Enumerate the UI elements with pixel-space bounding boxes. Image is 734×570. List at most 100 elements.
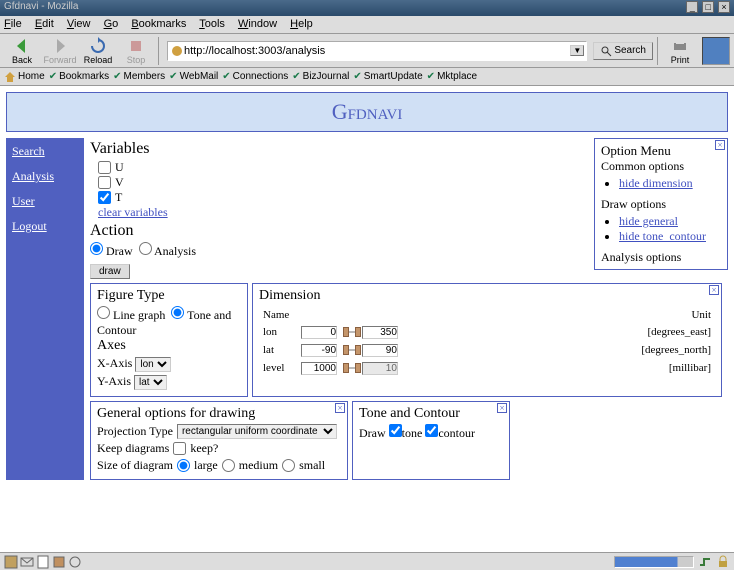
separator bbox=[657, 37, 658, 65]
menubar: File Edit View Go Bookmarks Tools Window… bbox=[0, 16, 734, 34]
hide-general-link[interactable]: hide general bbox=[619, 214, 678, 228]
app-title: Gfdnavi bbox=[332, 99, 403, 124]
home-icon bbox=[4, 71, 16, 83]
minimize-button[interactable]: _ bbox=[686, 1, 698, 13]
url-input[interactable] bbox=[184, 45, 570, 57]
size-medium-radio[interactable] bbox=[222, 459, 235, 472]
bookmark-icon: ✔ bbox=[353, 71, 361, 82]
yaxis-select[interactable]: lat bbox=[134, 375, 167, 390]
clear-variables-link[interactable]: clear variables bbox=[98, 205, 168, 219]
keep-label: Keep diagrams bbox=[97, 441, 169, 456]
sidebar-item-analysis[interactable]: Analysis bbox=[12, 169, 78, 184]
genopts-heading: General options for drawing bbox=[97, 406, 341, 422]
dim-lon-slider[interactable] bbox=[343, 325, 356, 339]
addressbook-icon[interactable] bbox=[52, 555, 66, 569]
sidebar-item-search[interactable]: Search bbox=[12, 144, 78, 159]
draw-button[interactable]: draw bbox=[90, 264, 130, 279]
menu-view[interactable]: View bbox=[67, 18, 91, 30]
menu-window[interactable]: Window bbox=[238, 18, 277, 30]
linkbar-smartupdate[interactable]: ✔SmartUpdate bbox=[353, 71, 422, 82]
linkbar-webmail[interactable]: ✔WebMail bbox=[169, 71, 218, 82]
dim-level-lo-input[interactable] bbox=[301, 362, 337, 375]
general-options-panel: × General options for drawing Projection… bbox=[90, 401, 348, 480]
xaxis-select[interactable]: lon bbox=[135, 357, 171, 372]
keep-checkbox[interactable] bbox=[173, 442, 186, 455]
linkbar-members[interactable]: ✔Members bbox=[113, 71, 165, 82]
menu-edit[interactable]: Edit bbox=[35, 18, 54, 30]
progress-bar bbox=[614, 556, 694, 568]
linkbar-bizjournal[interactable]: ✔BizJournal bbox=[292, 71, 349, 82]
dim-lon-hi-input[interactable] bbox=[362, 326, 398, 339]
window-titlebar: Gfdnavi - Mozilla _ □ × bbox=[0, 0, 734, 16]
linkbar-bookmarks[interactable]: ✔Bookmarks bbox=[49, 71, 109, 82]
axes-heading: Axes bbox=[97, 338, 241, 354]
dimension-close-icon[interactable]: × bbox=[709, 285, 719, 295]
genopts-close-icon[interactable]: × bbox=[335, 403, 345, 413]
bookmark-icon: ✔ bbox=[113, 71, 121, 82]
statusbar bbox=[0, 552, 734, 570]
dim-level-slider[interactable] bbox=[343, 361, 356, 375]
lock-icon[interactable] bbox=[716, 555, 730, 569]
window-title: Gfdnavi - Mozilla bbox=[4, 1, 78, 15]
dim-lat-hi-input[interactable] bbox=[362, 344, 398, 357]
figure-type-heading: Figure Type bbox=[97, 288, 241, 304]
url-bar: ▼ bbox=[167, 41, 587, 61]
print-button[interactable]: Print bbox=[662, 37, 698, 65]
hide-dimension-link[interactable]: hide dimension bbox=[619, 176, 693, 190]
bookmark-icon: ✔ bbox=[222, 71, 230, 82]
projection-select[interactable]: rectangular uniform coordinate bbox=[177, 424, 337, 439]
var-v-checkbox[interactable] bbox=[98, 176, 111, 189]
dim-lat-lo-input[interactable] bbox=[301, 344, 337, 357]
dim-level-hi-input bbox=[362, 362, 398, 375]
optmenu-heading: Option Menu bbox=[601, 143, 721, 159]
menu-help[interactable]: Help bbox=[290, 18, 313, 30]
var-t-label: T bbox=[115, 190, 122, 205]
url-dropdown-icon[interactable]: ▼ bbox=[570, 45, 584, 56]
reload-button[interactable]: Reload bbox=[80, 37, 116, 65]
dim-lon-lo-input[interactable] bbox=[301, 326, 337, 339]
contour-checkbox[interactable] bbox=[425, 424, 438, 437]
bookmark-icon: ✔ bbox=[292, 71, 300, 82]
tone-checkbox[interactable] bbox=[389, 424, 402, 437]
size-large-radio[interactable] bbox=[177, 459, 190, 472]
composer-icon[interactable] bbox=[36, 555, 50, 569]
navigator-icon[interactable] bbox=[4, 555, 18, 569]
action-draw-radio[interactable] bbox=[90, 242, 103, 255]
action-analysis-radio[interactable] bbox=[139, 242, 152, 255]
search-button[interactable]: Search bbox=[593, 42, 653, 60]
size-small-radio[interactable] bbox=[282, 459, 295, 472]
menu-go[interactable]: Go bbox=[104, 18, 119, 30]
figtype-tone-radio[interactable] bbox=[171, 306, 184, 319]
sidebar: Search Analysis User Logout bbox=[6, 138, 84, 480]
tone-heading: Tone and Contour bbox=[359, 406, 503, 422]
var-u-checkbox[interactable] bbox=[98, 161, 111, 174]
stop-icon bbox=[127, 37, 145, 55]
xaxis-label: X-Axis bbox=[97, 356, 132, 370]
bookmark-icon: ✔ bbox=[427, 71, 435, 82]
sidebar-item-logout[interactable]: Logout bbox=[12, 219, 78, 234]
figtype-line-radio[interactable] bbox=[97, 306, 110, 319]
sidebar-item-user[interactable]: User bbox=[12, 194, 78, 209]
menu-file[interactable]: File bbox=[4, 18, 22, 30]
menu-tools[interactable]: Tools bbox=[199, 18, 225, 30]
dim-row-lon: lon [degrees_east] bbox=[261, 324, 713, 340]
close-button[interactable]: × bbox=[718, 1, 730, 13]
stop-button[interactable]: Stop bbox=[118, 37, 154, 65]
menu-bookmarks[interactable]: Bookmarks bbox=[131, 18, 186, 30]
maximize-button[interactable]: □ bbox=[702, 1, 714, 13]
hide-tone-contour-link[interactable]: hide tone_contour bbox=[619, 229, 706, 243]
linkbar-mktplace[interactable]: ✔Mktplace bbox=[427, 71, 477, 82]
throbber bbox=[702, 37, 730, 65]
online-icon[interactable] bbox=[698, 555, 712, 569]
back-button[interactable]: Back bbox=[4, 37, 40, 65]
linkbar-home[interactable]: Home bbox=[4, 71, 45, 83]
optmenu-close-icon[interactable]: × bbox=[715, 140, 725, 150]
var-t-checkbox[interactable] bbox=[98, 191, 111, 204]
yaxis-label: Y-Axis bbox=[97, 374, 131, 388]
dim-lat-slider[interactable] bbox=[343, 343, 356, 357]
forward-button[interactable]: Forward bbox=[42, 37, 78, 65]
tone-close-icon[interactable]: × bbox=[497, 403, 507, 413]
mail-icon[interactable] bbox=[20, 555, 34, 569]
linkbar-connections[interactable]: ✔Connections bbox=[222, 71, 288, 82]
irc-icon[interactable] bbox=[68, 555, 82, 569]
